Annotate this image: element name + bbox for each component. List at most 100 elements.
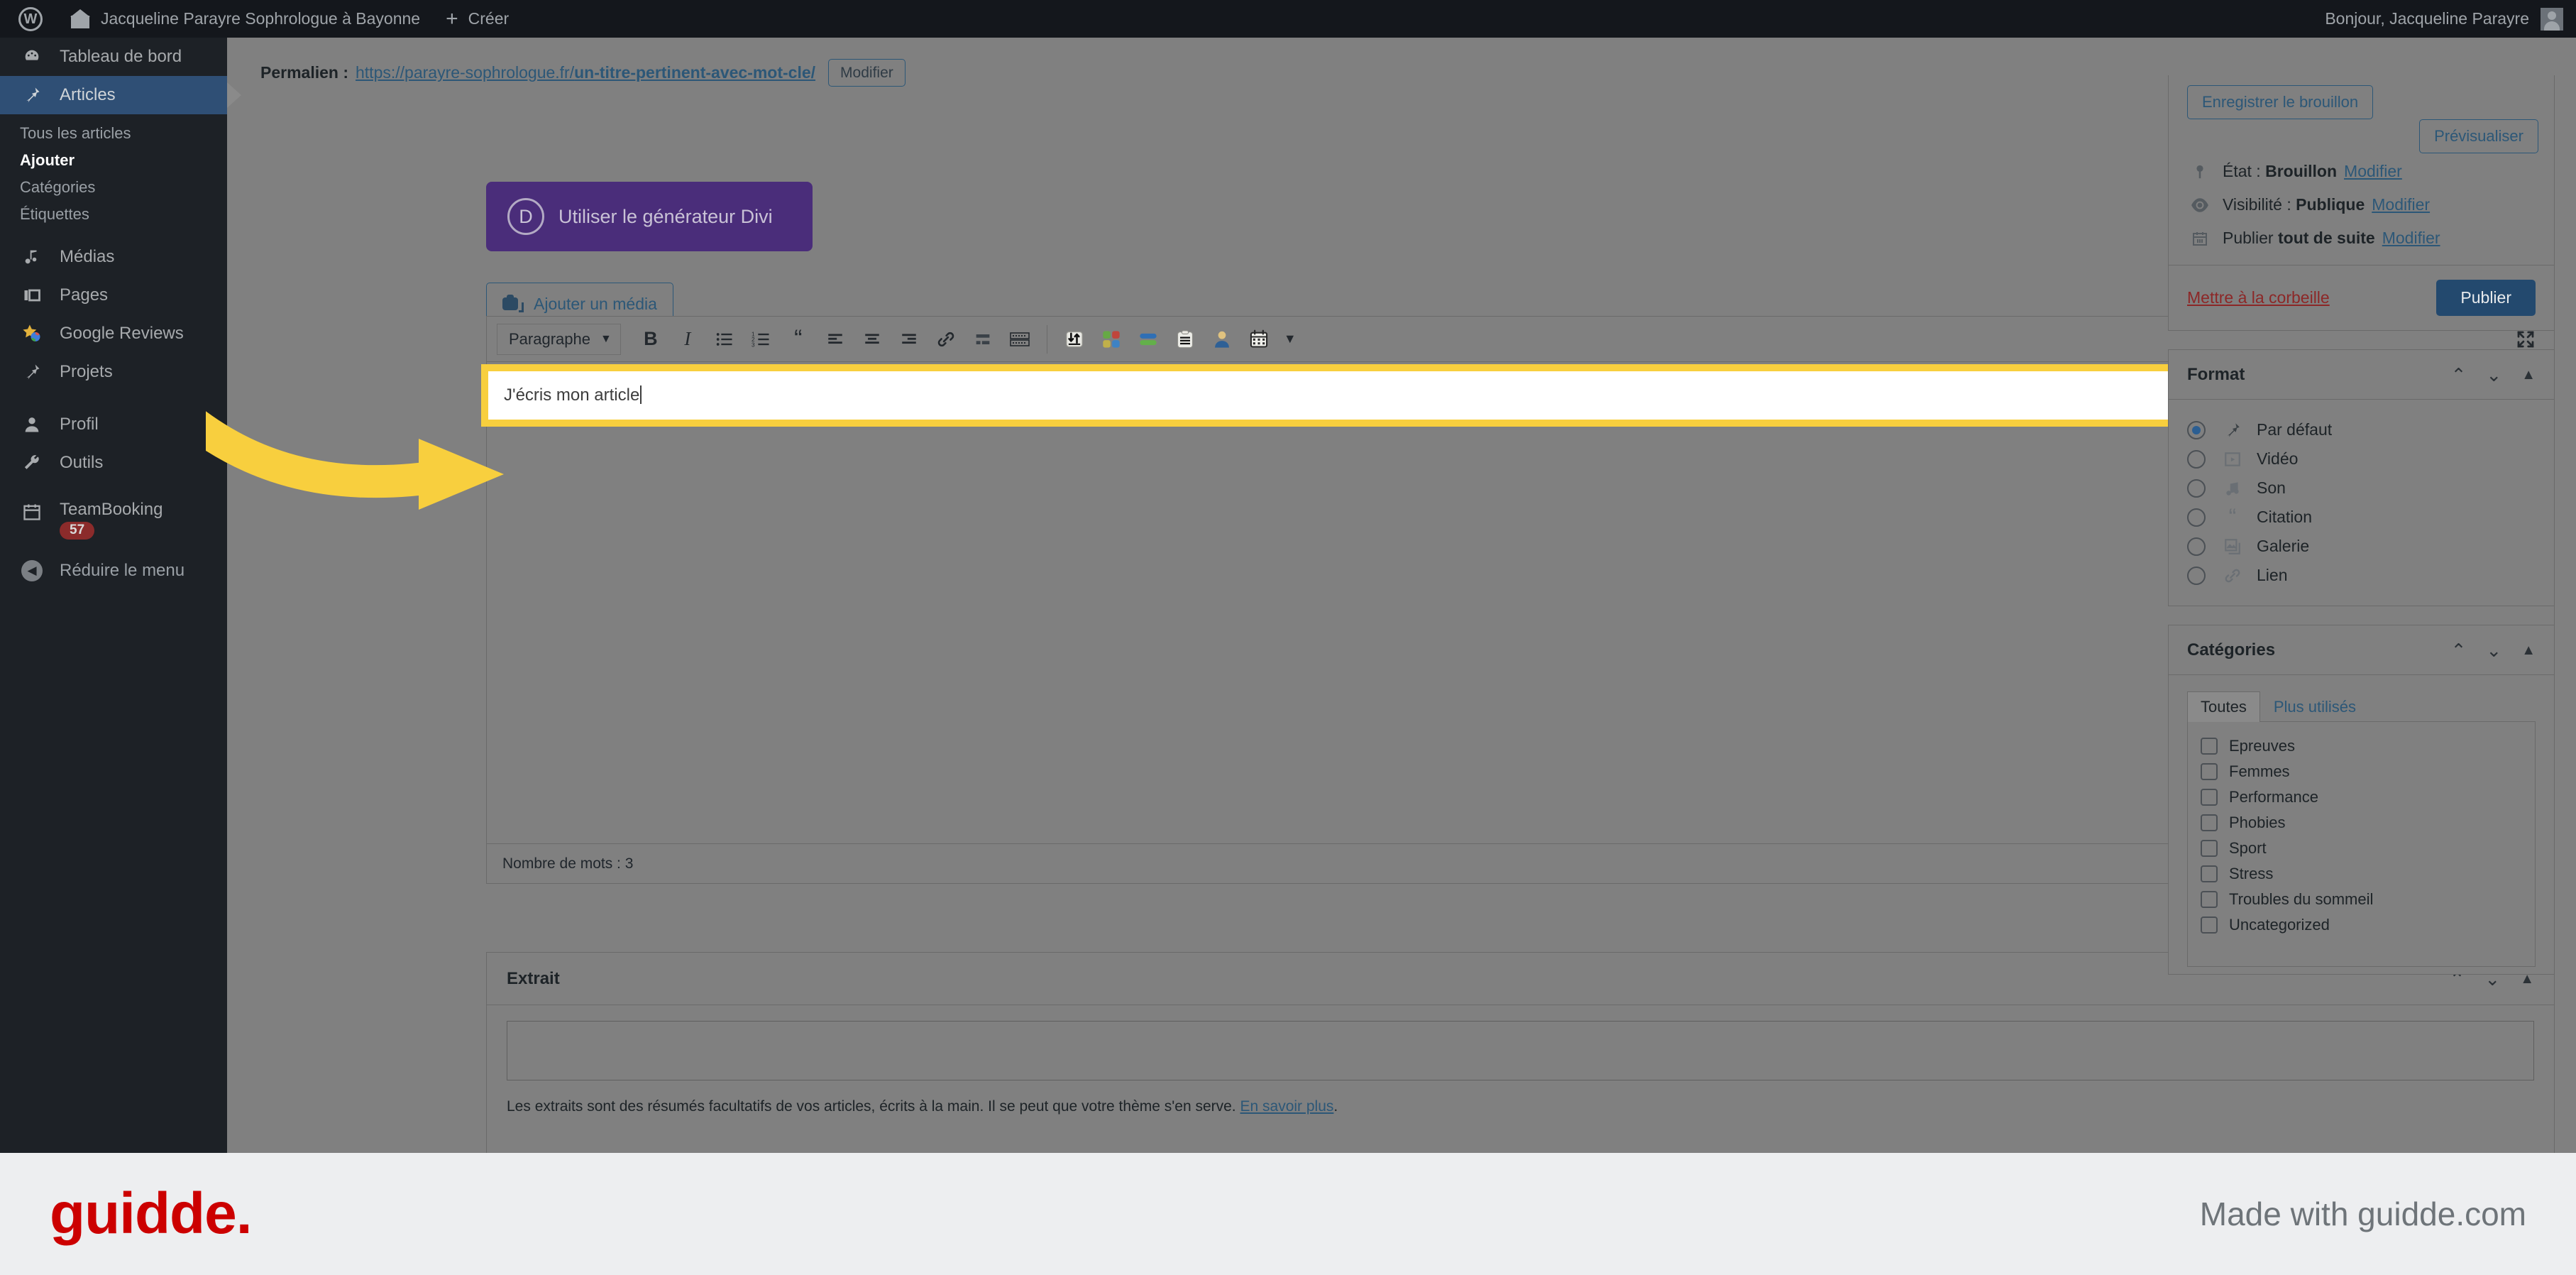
category-item[interactable]: Troubles du sommeil — [2201, 887, 2522, 912]
editor-content-area[interactable]: J'écris mon article — [504, 385, 642, 405]
preview-button[interactable]: Prévisualiser — [2419, 119, 2538, 153]
checkbox[interactable] — [2201, 763, 2218, 780]
align-center-icon[interactable] — [854, 321, 891, 358]
sidebar-item-media[interactable]: Médias — [0, 238, 227, 276]
sidebar-item-collapse-menu[interactable]: ◀ Réduire le menu — [0, 552, 227, 590]
align-left-icon[interactable] — [817, 321, 854, 358]
category-item[interactable]: Epreuves — [2201, 733, 2522, 759]
category-item[interactable]: Sport — [2201, 836, 2522, 861]
bulleted-list-icon[interactable] — [706, 321, 743, 358]
radio-gallery[interactable] — [2187, 537, 2206, 556]
format-option-label: Vidéo — [2257, 449, 2299, 468]
radio-link[interactable] — [2187, 566, 2206, 585]
bold-icon[interactable]: B — [632, 321, 669, 358]
paragraph-style-select[interactable]: Paragraphe ▼ — [497, 323, 621, 355]
categories-list[interactable]: Epreuves Femmes Performance Phobies Spor… — [2187, 722, 2536, 967]
tab-all-categories[interactable]: Toutes — [2187, 691, 2260, 722]
format-option-quote[interactable]: “ Citation — [2187, 503, 2536, 532]
category-item[interactable]: Performance — [2201, 784, 2522, 810]
submenu-item-all-posts[interactable]: Tous les articles — [0, 120, 227, 147]
format-option-gallery[interactable]: Galerie — [2187, 532, 2536, 561]
radio-audio[interactable] — [2187, 478, 2206, 498]
editor-content-text: J'écris mon article — [504, 385, 640, 405]
pin-icon — [20, 362, 44, 382]
sidebar-item-outils[interactable]: Outils — [0, 444, 227, 482]
checkbox[interactable] — [2201, 814, 2218, 831]
format-option-video[interactable]: Vidéo — [2187, 444, 2536, 474]
numbered-list-icon[interactable]: 1 2 3 — [743, 321, 780, 358]
edit-permalink-button[interactable]: Modifier — [828, 59, 906, 87]
person-icon[interactable] — [1204, 321, 1240, 358]
edit-status-link[interactable]: Modifier — [2344, 162, 2402, 181]
submenu-item-tags[interactable]: Étiquettes — [0, 201, 227, 228]
checkbox[interactable] — [2201, 738, 2218, 755]
italic-icon[interactable]: I — [669, 321, 706, 358]
chevron-down-icon[interactable]: ▼ — [1277, 321, 1303, 358]
move-to-trash-link[interactable]: Mettre à la corbeille — [2187, 288, 2330, 307]
bars-icon[interactable] — [1130, 321, 1167, 358]
edit-visibility-link[interactable]: Modifier — [2372, 195, 2430, 214]
main-content: Permalien : https://parayre-sophrologue.… — [206, 38, 2576, 1275]
toolbar-toggle-icon[interactable] — [1001, 321, 1038, 358]
sort-arrows-icon[interactable] — [1056, 321, 1093, 358]
category-label: Sport — [2229, 839, 2267, 857]
collapse-icon: ◀ — [20, 560, 44, 581]
category-item[interactable]: Stress — [2201, 861, 2522, 887]
color-blocks-icon[interactable] — [1093, 321, 1130, 358]
permalink-link[interactable]: https://parayre-sophrologue.fr/un-titre-… — [356, 63, 815, 82]
toggle-panel-icon[interactable]: ▲ — [2521, 643, 2536, 657]
category-item[interactable]: Uncategorized — [2201, 912, 2522, 938]
account-menu[interactable]: Bonjour, Jacqueline Parayre — [2312, 0, 2576, 38]
guidde-logo: guidde. — [50, 1181, 253, 1246]
read-more-icon[interactable] — [964, 321, 1001, 358]
wrench-icon — [20, 453, 44, 473]
toggle-panel-icon[interactable]: ▲ — [2521, 368, 2536, 382]
sidebar-item-articles[interactable]: Articles — [0, 76, 227, 114]
category-item[interactable]: Femmes — [2201, 759, 2522, 784]
move-down-icon[interactable]: ⌄ — [2486, 366, 2501, 384]
checkbox[interactable] — [2201, 865, 2218, 882]
tab-most-used-categories[interactable]: Plus utilisés — [2260, 691, 2369, 722]
use-divi-builder-button[interactable]: D Utiliser le générateur Divi — [486, 182, 813, 251]
sidebar-item-teambooking[interactable]: TeamBooking 57 — [0, 496, 227, 552]
pages-icon — [20, 285, 44, 305]
move-up-icon[interactable]: ⌃ — [2451, 366, 2467, 384]
align-right-icon[interactable] — [891, 321, 928, 358]
checkbox[interactable] — [2201, 916, 2218, 934]
radio-default[interactable] — [2187, 420, 2206, 439]
move-down-icon[interactable]: ⌄ — [2486, 641, 2501, 660]
publish-button[interactable]: Publier — [2436, 280, 2536, 316]
excerpt-help-text: Les extraits sont des résumés facultatif… — [507, 1098, 1236, 1115]
excerpt-help-link[interactable]: En savoir plus — [1240, 1098, 1334, 1115]
format-option-audio[interactable]: Son — [2187, 474, 2536, 503]
blockquote-icon[interactable]: “ — [780, 321, 817, 358]
sidebar-item-dashboard[interactable]: Tableau de bord — [0, 38, 227, 76]
sidebar-item-google-reviews[interactable]: Google Reviews — [0, 314, 227, 353]
save-draft-button[interactable]: Enregistrer le brouillon — [2187, 85, 2374, 119]
sidebar-item-projets[interactable]: Projets — [0, 353, 227, 391]
submenu-item-add-new[interactable]: Ajouter — [0, 147, 227, 174]
format-option-default[interactable]: Par défaut — [2187, 415, 2536, 444]
category-item[interactable]: Phobies — [2201, 810, 2522, 836]
link-icon[interactable] — [928, 321, 964, 358]
sidebar-item-label: Profil — [60, 415, 99, 434]
format-option-link[interactable]: Lien — [2187, 561, 2536, 590]
sidebar-item-label: Pages — [60, 285, 109, 305]
edit-schedule-link[interactable]: Modifier — [2382, 229, 2440, 248]
new-content-button[interactable]: + Créer — [433, 0, 522, 38]
format-body: Par défaut Vidéo Son “ Citation Galerie … — [2169, 400, 2554, 606]
sidebar-item-profil[interactable]: Profil — [0, 405, 227, 444]
move-up-icon[interactable]: ⌃ — [2451, 641, 2467, 660]
site-name-button[interactable]: Jacqueline Parayre Sophrologue à Bayonne — [58, 0, 433, 38]
radio-video[interactable] — [2187, 449, 2206, 469]
checkbox[interactable] — [2201, 891, 2218, 908]
excerpt-textarea[interactable] — [507, 1021, 2534, 1080]
checkbox[interactable] — [2201, 840, 2218, 857]
calendar-icon[interactable] — [1240, 321, 1277, 358]
submenu-item-categories[interactable]: Catégories — [0, 174, 227, 201]
clipboard-lines-icon[interactable] — [1167, 321, 1204, 358]
radio-quote[interactable] — [2187, 508, 2206, 527]
checkbox[interactable] — [2201, 789, 2218, 806]
sidebar-item-pages[interactable]: Pages — [0, 276, 227, 314]
wordpress-logo-button[interactable] — [0, 0, 58, 38]
